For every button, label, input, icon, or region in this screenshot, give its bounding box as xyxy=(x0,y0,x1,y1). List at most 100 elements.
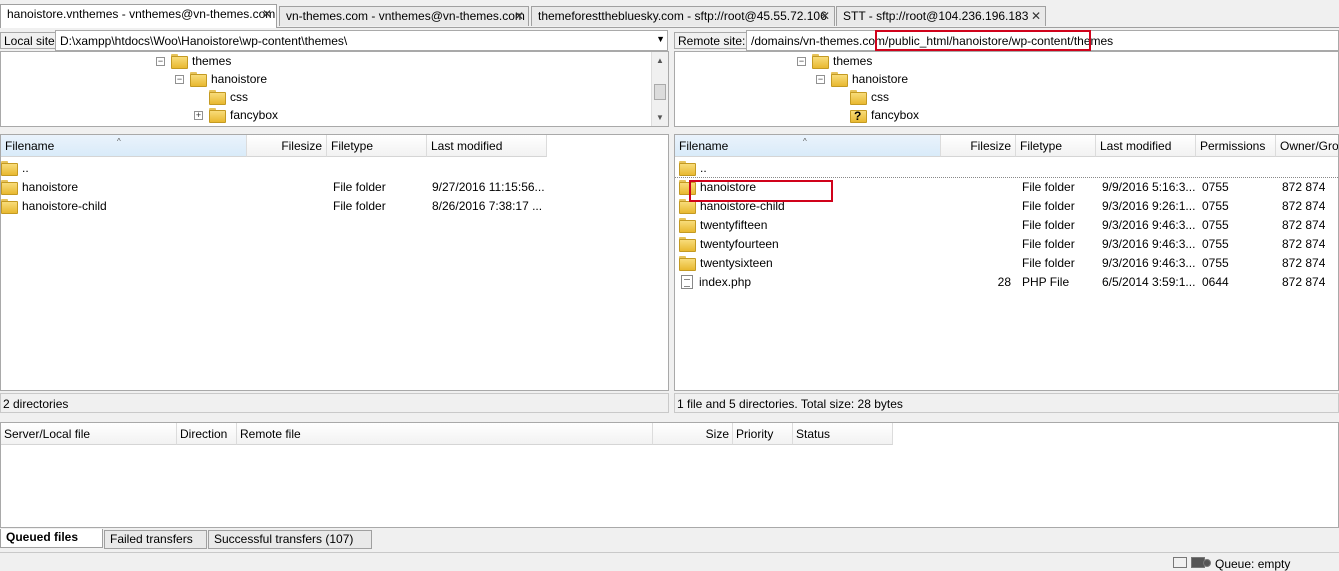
close-icon[interactable]: ✕ xyxy=(514,9,524,23)
column-header-filename[interactable]: Filename ^ xyxy=(1,135,247,157)
column-header-filesize[interactable]: Filesize xyxy=(247,135,327,157)
scroll-down-icon[interactable]: ▼ xyxy=(652,109,668,126)
tree-node-css[interactable]: css xyxy=(209,88,248,106)
column-header-filetype[interactable]: Filetype xyxy=(1016,135,1096,157)
file-row-hanoistore-child[interactable]: hanoistore-child File folder 8/26/2016 7… xyxy=(1,197,668,216)
file-permissions: 0755 xyxy=(1202,218,1229,232)
tree-node-label: hanoistore xyxy=(211,72,268,86)
collapse-icon[interactable]: − xyxy=(816,75,825,85)
highlight-hanoistore-row xyxy=(689,180,833,202)
tree-node-fancybox[interactable]: ? fancybox xyxy=(850,106,919,124)
column-label: Filetype xyxy=(331,139,374,153)
column-header-permissions[interactable]: Permissions xyxy=(1196,135,1276,157)
column-label: Filesize xyxy=(970,139,1011,153)
tab-label: hanoistore.vnthemes - vnthemes@vn-themes… xyxy=(7,7,276,21)
local-directory-tree[interactable]: − themes − hanoistore css + fancybox ▲ ▼ xyxy=(0,51,669,127)
file-type: File folder xyxy=(333,199,386,213)
file-row-index-php[interactable]: index.php 28 PHP File 6/5/2014 3:59:1...… xyxy=(675,273,1338,292)
folder-icon xyxy=(679,237,696,252)
column-label: Last modified xyxy=(1100,139,1172,153)
file-name: hanoistore-child xyxy=(22,199,107,213)
folder-icon xyxy=(1,180,18,195)
collapse-icon[interactable]: − xyxy=(175,75,184,85)
local-site-label: Local site: xyxy=(0,32,63,49)
column-header-status[interactable]: Status xyxy=(793,423,893,445)
file-name: .. xyxy=(700,161,707,175)
column-header-owner-group[interactable]: Owner/Gro xyxy=(1276,135,1338,157)
column-header-remote-file[interactable]: Remote file xyxy=(237,423,653,445)
file-owner: 872 874 xyxy=(1282,218,1326,232)
column-header-server-local-file[interactable]: Server/Local file xyxy=(1,423,177,445)
tab-vn-themes[interactable]: vn-themes.com - vnthemes@vn-themes.com ✕ xyxy=(279,6,529,26)
collapse-icon[interactable]: − xyxy=(797,57,806,67)
tree-node-label: fancybox xyxy=(230,108,279,122)
file-modified: 9/9/2016 5:16:3... xyxy=(1102,180,1196,194)
local-file-list[interactable]: Filename ^ Filesize Filetype Last modifi… xyxy=(0,134,669,391)
column-label: Filename xyxy=(679,139,729,153)
connection-tab-bar: hanoistore.vnthemes - vnthemes@vn-themes… xyxy=(0,0,1339,28)
folder-icon xyxy=(209,108,226,123)
column-header-last-modified[interactable]: Last modified xyxy=(1096,135,1196,157)
file-modified: 9/3/2016 9:46:3... xyxy=(1102,256,1196,270)
file-type: File folder xyxy=(1022,237,1075,251)
file-row-hanoistore[interactable]: hanoistore File folder 9/27/2016 11:15:5… xyxy=(1,178,668,197)
expand-icon[interactable]: + xyxy=(194,111,203,121)
status-led-icon xyxy=(1203,559,1211,567)
local-site-bar: Local site: D:\xampp\htdocs\Woo\Hanoisto… xyxy=(0,30,669,51)
tree-node-hanoistore[interactable]: − hanoistore xyxy=(816,70,908,88)
column-label: Status xyxy=(796,427,831,441)
file-permissions: 0755 xyxy=(1202,199,1229,213)
file-permissions: 0755 xyxy=(1202,256,1229,270)
column-label: Filetype xyxy=(1020,139,1063,153)
local-path-combobox[interactable]: D:\xampp\htdocs\Woo\Hanoistore\wp-conten… xyxy=(55,30,668,51)
column-header-filesize[interactable]: Filesize xyxy=(941,135,1016,157)
folder-icon xyxy=(1,199,18,214)
tree-node-themes[interactable]: − themes xyxy=(797,52,872,70)
tab-themeforestthebluesky[interactable]: themeforestthebluesky.com - sftp://root@… xyxy=(531,6,835,26)
file-type: File folder xyxy=(333,180,386,194)
tree-scrollbar[interactable]: ▲ ▼ xyxy=(651,52,668,126)
column-header-last-modified[interactable]: Last modified xyxy=(427,135,547,157)
close-icon[interactable]: ✕ xyxy=(1031,9,1041,23)
column-header-priority[interactable]: Priority xyxy=(733,423,793,445)
tree-node-css[interactable]: css xyxy=(850,88,889,106)
file-permissions: 0644 xyxy=(1202,275,1229,289)
column-header-size[interactable]: Size xyxy=(653,423,733,445)
column-header-filetype[interactable]: Filetype xyxy=(327,135,427,157)
tab-failed-transfers[interactable]: Failed transfers xyxy=(104,530,207,549)
close-icon[interactable]: ✕ xyxy=(820,9,830,23)
php-file-icon xyxy=(681,275,693,289)
remote-directory-tree[interactable]: − themes − hanoistore css ? fancybox xyxy=(674,51,1339,127)
file-modified: 9/3/2016 9:46:3... xyxy=(1102,218,1196,232)
file-row-twentyfifteen[interactable]: twentyfifteen File folder 9/3/2016 9:46:… xyxy=(675,216,1338,235)
tab-stt[interactable]: STT - sftp://root@104.236.196.183 ✕ xyxy=(836,6,1046,26)
file-name: hanoistore xyxy=(22,180,79,194)
collapse-icon[interactable]: − xyxy=(156,57,165,67)
remote-file-list[interactable]: Filename ^ Filesize Filetype Last modifi… xyxy=(674,134,1339,391)
column-label: Permissions xyxy=(1200,139,1266,153)
transfer-queue-list[interactable]: Server/Local file Direction Remote file … xyxy=(0,422,1339,528)
tree-node-themes[interactable]: − themes xyxy=(156,52,231,70)
scroll-up-icon[interactable]: ▲ xyxy=(652,52,668,69)
tab-successful-transfers[interactable]: Successful transfers (107) xyxy=(208,530,372,549)
tree-node-fancybox[interactable]: + fancybox xyxy=(194,106,278,124)
chevron-down-icon[interactable]: ▼ xyxy=(656,34,665,44)
file-row-twentysixteen[interactable]: twentysixteen File folder 9/3/2016 9:46:… xyxy=(675,254,1338,273)
scroll-thumb[interactable] xyxy=(654,84,666,100)
column-label: Filesize xyxy=(281,139,322,153)
remote-status-line: 1 file and 5 directories. Total size: 28… xyxy=(674,393,1339,413)
tab-hanoistore[interactable]: hanoistore.vnthemes - vnthemes@vn-themes… xyxy=(0,4,277,28)
file-permissions: 0755 xyxy=(1202,180,1229,194)
folder-icon xyxy=(171,54,188,69)
file-row-parent[interactable]: .. xyxy=(675,159,1338,178)
column-header-filename[interactable]: Filename ^ xyxy=(675,135,941,157)
column-label: Server/Local file xyxy=(4,427,91,441)
tree-node-hanoistore[interactable]: − hanoistore xyxy=(175,70,267,88)
folder-icon xyxy=(1,161,18,176)
file-row-parent[interactable]: .. xyxy=(1,159,668,178)
tree-node-label: themes xyxy=(833,54,873,68)
file-row-twentyfourteen[interactable]: twentyfourteen File folder 9/3/2016 9:46… xyxy=(675,235,1338,254)
tab-queued-files[interactable]: Queued files xyxy=(0,529,103,548)
column-header-direction[interactable]: Direction xyxy=(177,423,237,445)
close-icon[interactable]: ✕ xyxy=(262,7,272,21)
